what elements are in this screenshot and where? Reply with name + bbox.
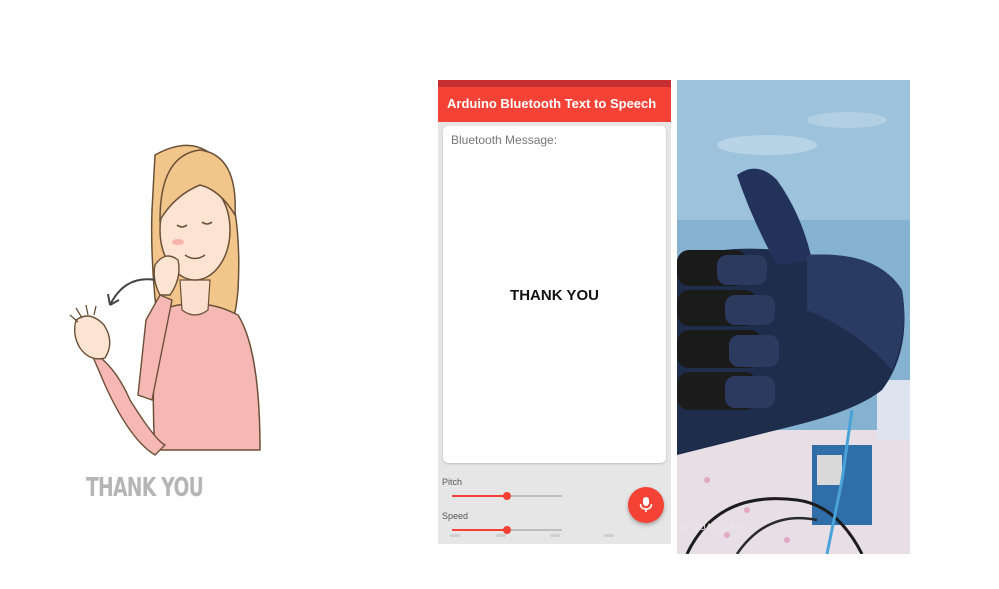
speed-slider-fill <box>452 529 507 531</box>
nav-home-icon[interactable] <box>550 534 560 537</box>
illustration-caption: THANK YOU <box>86 473 204 503</box>
microphone-icon <box>639 497 653 512</box>
system-nav-bar <box>438 532 671 544</box>
pitch-slider-fill <box>452 495 507 497</box>
pitch-slider[interactable] <box>452 491 562 501</box>
woman-signing-image <box>69 144 261 456</box>
message-label: Bluetooth Message: <box>451 133 558 147</box>
nav-back-icon[interactable] <box>496 534 506 537</box>
sensor-glove-image <box>677 80 910 554</box>
pitch-slider-thumb[interactable] <box>503 492 511 500</box>
bluetooth-message-text: THANK YOU <box>510 287 599 304</box>
nav-menu-icon[interactable] <box>450 534 460 537</box>
message-card: Bluetooth Message: THANK YOU <box>443 126 666 463</box>
app-title: Arduino Bluetooth Text to Speech <box>447 96 657 111</box>
sensor-glove-photo: AI QUAD CAM <box>677 80 910 554</box>
nav-recents-icon[interactable] <box>604 534 614 537</box>
microphone-button[interactable] <box>628 487 664 523</box>
phone-screen: Arduino Bluetooth Text to Speech Bluetoo… <box>438 80 671 544</box>
status-bar <box>438 80 671 87</box>
pitch-label: Pitch <box>442 477 463 487</box>
app-bar: Arduino Bluetooth Text to Speech <box>438 87 671 122</box>
camera-watermark: AI QUAD CAM <box>680 522 743 532</box>
speed-label: Speed <box>442 511 469 521</box>
